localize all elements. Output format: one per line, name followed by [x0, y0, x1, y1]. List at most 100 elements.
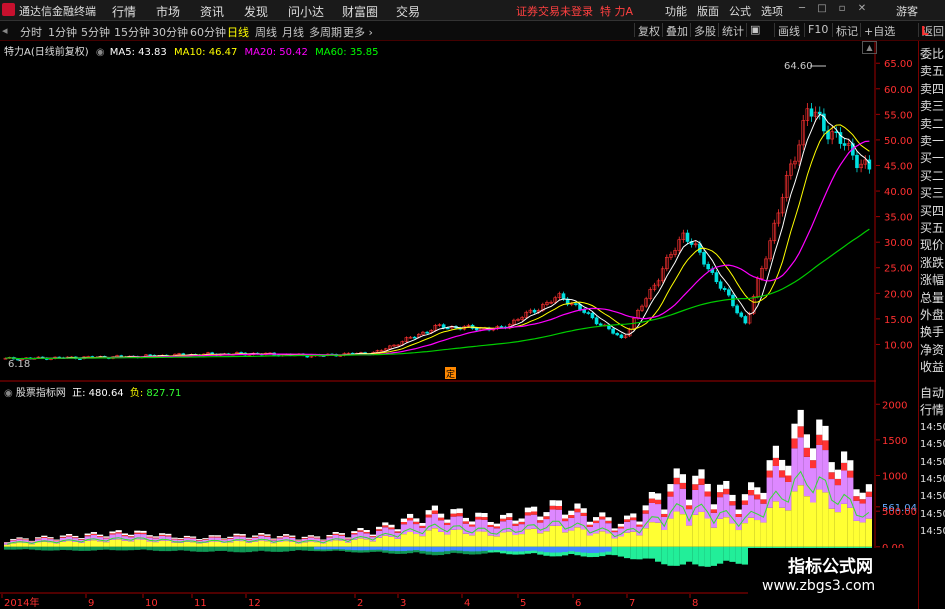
flow-negative-inner — [338, 546, 345, 550]
tool-add-watchlist[interactable]: +自选 — [860, 23, 895, 38]
candle-body — [619, 334, 624, 338]
flow-bar-segment — [90, 532, 97, 534]
side-panel-item[interactable]: 买二 — [920, 169, 945, 183]
side-panel-item[interactable]: 买五 — [920, 221, 945, 235]
side-panel-tick[interactable]: 14:50 — [920, 473, 945, 487]
flow-bar-segment — [159, 540, 166, 547]
tab-1min[interactable]: 1分钟 — [48, 24, 77, 40]
tab-intraday[interactable]: 分时 — [20, 24, 42, 40]
tab-60min[interactable]: 60分钟 — [190, 24, 226, 40]
flow-bar-segment — [593, 517, 600, 521]
menu-assistant[interactable]: 问小达 — [288, 3, 324, 20]
side-panel-item[interactable]: 收益 — [920, 360, 945, 374]
flow-negative-bar — [289, 546, 296, 551]
side-panel-item[interactable]: 委比 — [920, 47, 945, 61]
side-panel-tick[interactable]: 自动 — [920, 386, 945, 400]
tool-mark[interactable]: 标记 — [832, 23, 858, 38]
price-tick-label: 45.00 — [884, 161, 913, 172]
tab-5min[interactable]: 5分钟 — [81, 24, 110, 40]
x-tick-label: 4 — [464, 598, 470, 609]
close-icon[interactable]: ✕ — [856, 3, 868, 15]
flow-negative-bar — [121, 546, 128, 551]
tab-daily[interactable]: 日线 — [227, 24, 249, 40]
menu-function[interactable]: 功能 — [665, 3, 687, 19]
tool-stats[interactable]: 统计 — [718, 23, 744, 38]
menu-discover[interactable]: 发现 — [244, 3, 268, 20]
flow-bar-segment — [382, 525, 389, 528]
flow-bar-segment — [314, 537, 321, 539]
tab-multi-period[interactable]: 多周期 — [309, 24, 342, 40]
side-panel-item[interactable]: 换手 — [920, 325, 945, 339]
menu-market[interactable]: 市场 — [156, 3, 180, 20]
side-panel-item[interactable]: 现价 — [920, 238, 945, 252]
side-panel-item[interactable]: 买四 — [920, 204, 945, 218]
tab-30min[interactable]: 30分钟 — [152, 24, 188, 40]
side-panel-item[interactable]: 卖二 — [920, 117, 945, 131]
side-panel-item[interactable]: 买一 — [920, 151, 945, 165]
expand-icon[interactable]: ▲ — [862, 41, 877, 54]
menu-wealth[interactable]: 财富圈 — [342, 3, 378, 20]
candle-body — [586, 312, 591, 314]
side-panel-tick[interactable]: 14:50 — [920, 490, 945, 504]
side-panel-tick[interactable]: 14:50 — [920, 525, 945, 539]
menu-options[interactable]: 选项 — [761, 3, 783, 19]
menu-formula[interactable]: 公式 — [729, 3, 751, 19]
flow-bar-segment — [357, 528, 364, 531]
tab-monthly[interactable]: 月线 — [282, 24, 304, 40]
side-panel-tick[interactable]: 行情 — [920, 403, 945, 417]
tool-multi-stock[interactable]: 多股 — [690, 23, 716, 38]
menu-bar: 通达信金融终端 行情 市场 资讯 发现 问小达 财富圈 交易 证券交易未登录 特… — [0, 0, 945, 21]
side-panel-item[interactable]: 卖四 — [920, 82, 945, 96]
user-guest[interactable]: 游客 — [896, 3, 918, 19]
menu-trade[interactable]: 交易 — [396, 3, 420, 20]
flow-bar-segment — [376, 526, 383, 530]
side-panel-item[interactable]: 涨幅 — [920, 273, 945, 287]
login-status[interactable]: 证券交易未登录 特 力A — [516, 3, 633, 19]
flow-negative-bar — [679, 546, 686, 565]
tool-adjust[interactable]: 复权 — [634, 23, 660, 38]
x-tick-label: 9 — [88, 598, 94, 609]
x-tick-label: 10 — [145, 598, 158, 609]
panel-corner-label[interactable]: L — [921, 24, 933, 38]
side-panel-item[interactable]: 净资 — [920, 343, 945, 357]
flow-bar-segment — [72, 535, 79, 538]
lock-icon[interactable]: ▣ — [746, 23, 762, 37]
restore-icon[interactable]: ▫ — [836, 3, 848, 15]
menu-layout[interactable]: 版面 — [697, 3, 719, 19]
side-panel-item[interactable]: 涨跌 — [920, 256, 945, 270]
tool-draw[interactable]: 画线 — [774, 23, 800, 38]
x-axis: 2014年 9 10 11 12 2 3 4 5 6 7 8 — [1, 594, 698, 609]
side-panel-tick[interactable]: 14:50 — [920, 438, 945, 452]
flow-indicator-chart[interactable] — [0, 382, 876, 594]
side-panel-item[interactable]: 买三 — [920, 186, 945, 200]
tab-weekly[interactable]: 周线 — [255, 24, 277, 40]
side-panel-tick[interactable]: 14:50 — [920, 456, 945, 470]
side-panel-item[interactable]: 总量 — [920, 291, 945, 305]
side-panel-tick[interactable]: 14:50 — [920, 508, 945, 522]
settings-icon[interactable]: ◉ — [96, 47, 105, 58]
tool-overlay[interactable]: 叠加 — [662, 23, 688, 38]
flow-bar-segment — [128, 534, 135, 537]
side-panel-item[interactable]: 卖五 — [920, 64, 945, 78]
side-panel-item[interactable]: 外盘 — [920, 308, 945, 322]
side-panel-tick[interactable]: 14:50 — [920, 421, 945, 435]
flow-bar-segment — [338, 534, 345, 536]
tool-f10[interactable]: F10 — [804, 23, 828, 37]
tab-more[interactable]: 更多 › — [343, 24, 373, 40]
prev-arrow-icon[interactable]: ◂ — [2, 24, 8, 37]
price-chart[interactable]: 64.60 6.18 定 — [0, 41, 876, 382]
maximize-icon[interactable]: □ — [816, 3, 828, 15]
side-panel-item[interactable]: 卖一 — [920, 134, 945, 148]
flow-bar-segment — [865, 518, 872, 547]
minimize-icon[interactable]: ─ — [796, 3, 808, 15]
flow-negative-bar — [183, 546, 190, 551]
flow-bar-segment — [28, 544, 35, 547]
tab-15min[interactable]: 15分钟 — [114, 24, 150, 40]
side-panel-item[interactable]: 卖三 — [920, 99, 945, 113]
settings-icon-2[interactable]: ◉ — [4, 388, 13, 399]
flow-bar-segment — [10, 538, 17, 540]
candle-body — [590, 312, 595, 319]
menu-quotes[interactable]: 行情 — [112, 3, 136, 20]
flow-bar-segment — [667, 484, 674, 492]
menu-news[interactable]: 资讯 — [200, 3, 224, 20]
